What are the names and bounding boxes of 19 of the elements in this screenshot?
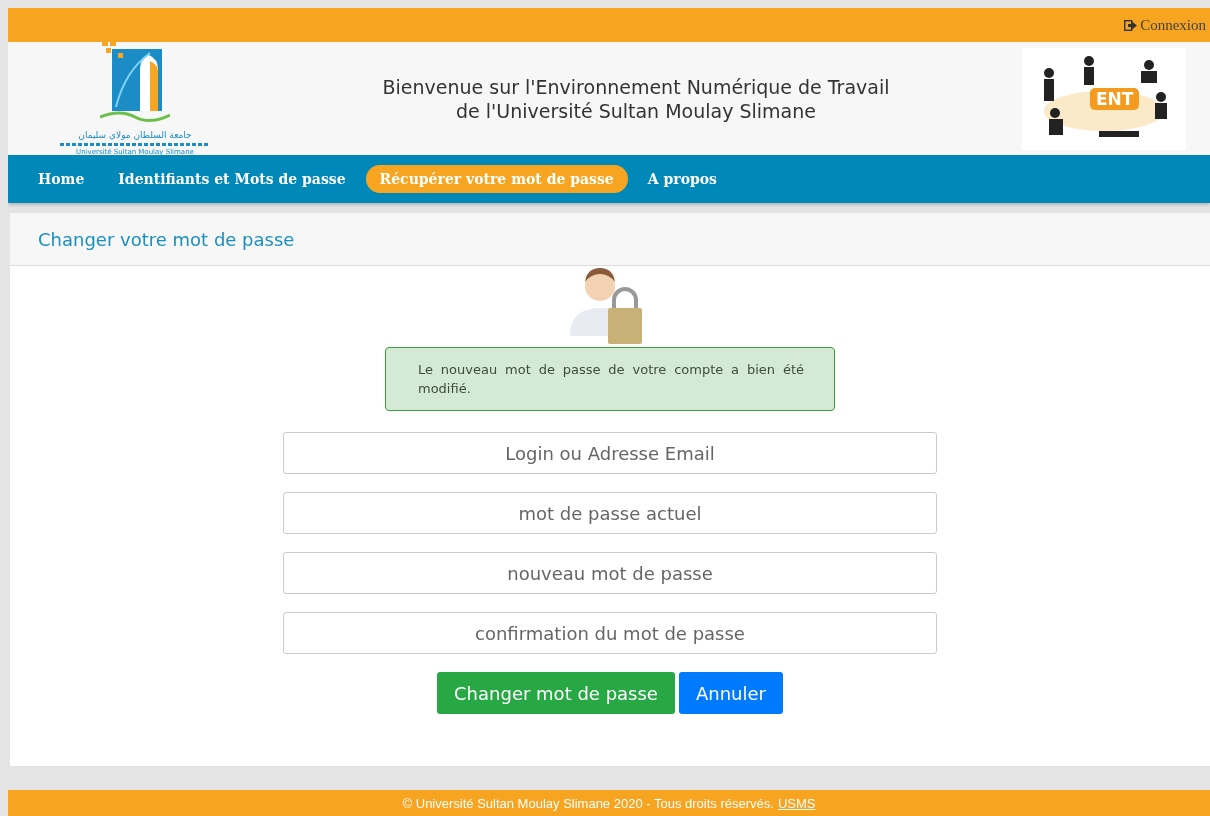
input-field[interactable]: nouveau mot de passe — [283, 552, 937, 594]
change-password-button[interactable]: Changer mot de passe — [437, 672, 675, 714]
input-field[interactable]: confirmation du mot de passe — [283, 612, 937, 654]
card-title: Changer votre mot de passe — [38, 228, 295, 250]
nav-tab[interactable]: Home — [24, 165, 99, 193]
success-alert: Le nouveau mot de passe de votre compte a bien été modifié. — [385, 347, 835, 411]
nav-tab[interactable]: A propos — [633, 165, 731, 193]
ent-label: ENT — [1090, 87, 1140, 110]
cancel-button[interactable]: Annuler — [678, 672, 783, 714]
footer-link[interactable]: USMS — [777, 795, 816, 811]
input-field[interactable]: mot de passe actuel — [283, 492, 937, 534]
nav-tab[interactable]: Récupérer votre mot de passe — [365, 165, 628, 193]
nav-tab[interactable]: Identifiants et Mots de passe — [104, 165, 360, 193]
sign-in-icon — [1124, 19, 1139, 31]
copyright-text: © Université Sultan Moulay Slimane 2020 - Tous droits réservés. — [402, 795, 774, 811]
logo-caption: جامعة السلطان مولاي سليمان — [78, 130, 192, 141]
login-link[interactable]: Connexion — [1124, 16, 1206, 34]
input-field[interactable]: Login ou Adresse Email — [283, 432, 937, 474]
site-title: Bienvenue sur l'Environnement Numérique de Travail de l'Université Sultan Moulay Slimane — [381, 74, 891, 123]
